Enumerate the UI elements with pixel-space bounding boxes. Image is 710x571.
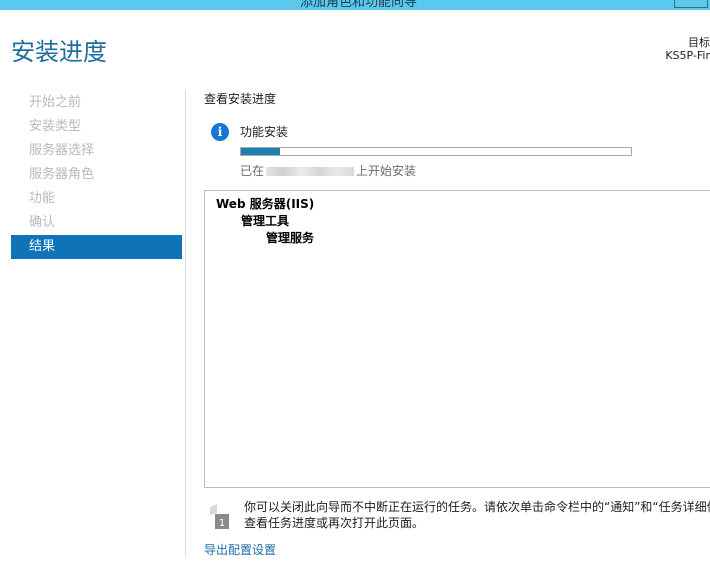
status-title: 功能安装	[240, 125, 289, 139]
target-server-info: 目标 KS5P-Fir	[665, 36, 710, 62]
section-label: 查看安装进度	[204, 92, 277, 106]
result-item-management-service: 管理服务	[266, 231, 315, 245]
title-bar: 添加角色和功能向导	[0, 0, 710, 10]
target-server-name: KS5P-Fir	[665, 49, 710, 62]
nav-item-results[interactable]: 结果	[11, 235, 182, 259]
close-button[interactable]	[674, 0, 708, 8]
redacted-server-name	[266, 167, 355, 176]
nav-item-server-selection[interactable]: 服务器选择	[11, 139, 182, 163]
info-icon: i	[211, 123, 229, 141]
svg-text:1: 1	[219, 518, 225, 529]
results-box[interactable]: Web 服务器(IIS) 管理工具 管理服务	[204, 190, 710, 488]
nav-item-before-you-begin[interactable]: 开始之前	[11, 91, 182, 115]
note-line-1: 你可以关闭此向导而不中断正在运行的任务。请依次单击命令栏中的“通知”和“任务详细…	[244, 500, 710, 514]
status-text-prefix: 已在	[240, 164, 265, 178]
progress-fill	[241, 148, 280, 155]
window-title: 添加角色和功能向导	[300, 0, 418, 10]
result-item-web-server: Web 服务器(IIS)	[216, 197, 315, 211]
status-text-suffix: 上开始安装	[356, 164, 417, 178]
page-one-icon: 1	[210, 504, 229, 529]
note-text: 你可以关闭此向导而不中断正在运行的任务。请依次单击命令栏中的“通知”和“任务详细…	[244, 499, 710, 531]
install-progress-bar	[240, 147, 632, 156]
note-line-2: 查看任务进度或再次打开此页面。	[244, 516, 425, 530]
wizard-nav: 开始之前 安装类型 服务器选择 服务器角色 功能 确认 结果	[11, 91, 182, 259]
page-title: 安装进度	[11, 38, 107, 66]
nav-divider	[185, 90, 186, 556]
nav-item-confirmation[interactable]: 确认	[11, 211, 182, 235]
nav-item-server-roles[interactable]: 服务器角色	[11, 163, 182, 187]
export-config-link[interactable]: 导出配置设置	[204, 541, 276, 558]
nav-item-features[interactable]: 功能	[11, 187, 182, 211]
target-label: 目标	[688, 36, 710, 49]
status-text: 已在 上开始安装	[240, 162, 416, 179]
result-item-management-tools: 管理工具	[241, 214, 290, 228]
nav-item-installation-type[interactable]: 安装类型	[11, 115, 182, 139]
